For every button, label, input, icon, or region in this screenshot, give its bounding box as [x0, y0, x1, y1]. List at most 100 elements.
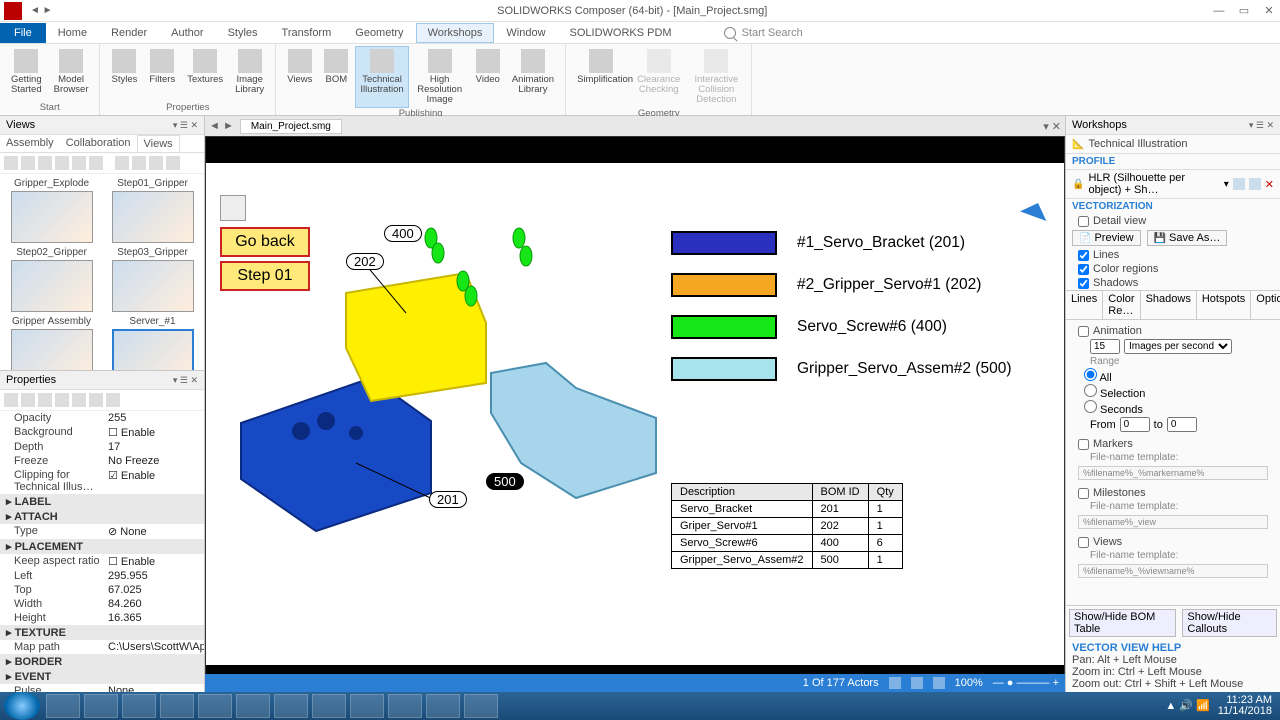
tool-icon[interactable]: [1233, 178, 1245, 190]
taskbar-item[interactable]: [198, 694, 232, 718]
tool-icon[interactable]: [38, 393, 52, 407]
prop-row[interactable]: Type⊘ None: [0, 524, 204, 539]
color regions-checkbox[interactable]: [1078, 264, 1089, 275]
wtab-options[interactable]: Options: [1251, 291, 1280, 319]
panel-buttons[interactable]: ▾ ☰ ✕: [1249, 120, 1274, 131]
prop-row[interactable]: FreezeNo Freeze: [0, 454, 204, 468]
wtab-lines[interactable]: Lines: [1066, 291, 1103, 319]
shadows-checkbox[interactable]: [1078, 278, 1089, 289]
tool-icon[interactable]: [72, 393, 86, 407]
taskbar-item[interactable]: [388, 694, 422, 718]
minimize-button[interactable]: —: [1208, 5, 1230, 17]
tool-icon[interactable]: [4, 156, 18, 170]
range-selection[interactable]: [1084, 384, 1097, 397]
tool-icon[interactable]: [72, 156, 86, 170]
ribbon-simplification[interactable]: Simplification: [572, 46, 630, 108]
tool-icon[interactable]: [4, 393, 18, 407]
view-thumb[interactable]: Server_#1: [105, 316, 200, 370]
detail-view-checkbox[interactable]: [1078, 216, 1089, 227]
prop-row[interactable]: Keep aspect ratio☐ Enable: [0, 554, 204, 569]
range-all[interactable]: [1084, 368, 1097, 381]
prop-row[interactable]: Depth17: [0, 440, 204, 454]
prop-row[interactable]: Height16.365: [0, 611, 204, 625]
lines-checkbox[interactable]: [1078, 250, 1089, 261]
view-thumb[interactable]: Step03_Gripper: [105, 247, 200, 312]
menu-styles[interactable]: Styles: [216, 23, 270, 43]
prop-section[interactable]: ▸ LABEL: [0, 494, 204, 509]
showhide-bom-button[interactable]: Show/Hide BOM Table: [1069, 609, 1176, 637]
tool-icon[interactable]: [89, 156, 103, 170]
prop-row[interactable]: Background☐ Enable: [0, 425, 204, 440]
prop-section[interactable]: ▸ BORDER: [0, 654, 204, 669]
start-button[interactable]: [4, 692, 40, 720]
panel-buttons[interactable]: ▾ ☰ ✕: [173, 120, 198, 131]
prop-section[interactable]: ▸ EVENT: [0, 669, 204, 684]
prop-row[interactable]: Clipping for Technical Illus…☑ Enable: [0, 468, 204, 494]
zoom-slider[interactable]: — ● ——— +: [993, 677, 1059, 689]
menu-geometry[interactable]: Geometry: [343, 23, 415, 43]
prop-row[interactable]: Left295.955: [0, 569, 204, 583]
ribbon-video[interactable]: Video: [471, 46, 505, 108]
views-template[interactable]: %filename%_%viewname%: [1078, 564, 1268, 578]
status-icon[interactable]: [889, 677, 901, 689]
views-tab-assembly[interactable]: Assembly: [0, 135, 60, 152]
history-arrows[interactable]: ◄ ►: [30, 5, 53, 16]
ribbon-technical-illustration[interactable]: TechnicalIllustration: [355, 46, 408, 108]
prop-section[interactable]: ▸ TEXTURE: [0, 625, 204, 640]
taskbar-item[interactable]: [464, 694, 498, 718]
wtab-shadows[interactable]: Shadows: [1141, 291, 1197, 319]
delete-icon[interactable]: ✕: [1265, 178, 1274, 191]
prop-row[interactable]: Width84.260: [0, 597, 204, 611]
view-thumb[interactable]: Step01_Gripper: [105, 178, 200, 243]
callout-202[interactable]: 202: [346, 253, 384, 270]
taskbar-item[interactable]: [274, 694, 308, 718]
milestones-checkbox[interactable]: [1078, 488, 1089, 499]
status-icon[interactable]: [933, 677, 945, 689]
save-as-button[interactable]: 💾 Save As…: [1147, 230, 1228, 246]
range-seconds[interactable]: [1084, 400, 1097, 413]
markers-checkbox[interactable]: [1078, 439, 1089, 450]
ribbon-bom[interactable]: BOM: [319, 46, 353, 108]
wtab-color re…[interactable]: Color Re…: [1103, 291, 1140, 319]
markers-template[interactable]: %filename%_%markername%: [1078, 466, 1268, 480]
taskbar-item[interactable]: [350, 694, 384, 718]
fps-unit[interactable]: Images per second: [1124, 339, 1232, 354]
prop-row[interactable]: Map pathC:\Users\ScottW\AppDat…: [0, 640, 204, 654]
canvas[interactable]: Go back Step 01: [205, 136, 1065, 692]
taskbar-item[interactable]: [160, 694, 194, 718]
menu-window[interactable]: Window: [494, 23, 557, 43]
prop-row[interactable]: Top67.025: [0, 583, 204, 597]
prop-row[interactable]: Opacity255: [0, 411, 204, 425]
tool-icon[interactable]: [55, 156, 69, 170]
tool-icon[interactable]: [38, 156, 52, 170]
showhide-callouts-button[interactable]: Show/Hide Callouts: [1182, 609, 1277, 637]
taskbar-item[interactable]: [236, 694, 270, 718]
file-tab[interactable]: File: [0, 23, 46, 43]
prop-row[interactable]: PulseNone: [0, 684, 204, 692]
ribbon-getting-started[interactable]: GettingStarted: [6, 46, 47, 102]
views-tab-views[interactable]: Views: [137, 135, 180, 152]
tool-icon[interactable]: [55, 393, 69, 407]
ribbon-high-resolution-image[interactable]: High ResolutionImage: [411, 46, 469, 108]
tool-icon[interactable]: [166, 156, 180, 170]
search-area[interactable]: Start Search: [724, 27, 803, 39]
ribbon-styles[interactable]: Styles: [106, 46, 142, 102]
tray-icons[interactable]: ▲ 🔊 📶: [1165, 701, 1209, 712]
taskbar-item[interactable]: [312, 694, 346, 718]
hlr-selector[interactable]: 🔒 HLR (Silhouette per object) + Sh… ▾ ✕: [1066, 170, 1280, 199]
doc-controls[interactable]: ▾ ✕: [1043, 120, 1061, 133]
menu-workshops[interactable]: Workshops: [416, 23, 495, 43]
tool-icon[interactable]: [89, 393, 103, 407]
taskbar-item[interactable]: [122, 694, 156, 718]
ribbon-filters[interactable]: Filters: [144, 46, 180, 102]
tool-icon[interactable]: [132, 156, 146, 170]
ribbon-interactive-collision-detection[interactable]: InteractiveCollision Detection: [687, 46, 745, 108]
milestones-template[interactable]: %filename%_view: [1078, 515, 1268, 529]
callout-400[interactable]: 400: [384, 225, 422, 242]
callout-500[interactable]: 500: [486, 473, 524, 490]
menu-author[interactable]: Author: [159, 23, 215, 43]
ribbon-views[interactable]: Views: [282, 46, 317, 108]
system-tray[interactable]: ▲ 🔊 📶 11:23 AM11/14/2018: [1157, 695, 1280, 717]
view-thumb[interactable]: Step02_Gripper: [4, 247, 99, 312]
callout-201[interactable]: 201: [429, 491, 467, 508]
